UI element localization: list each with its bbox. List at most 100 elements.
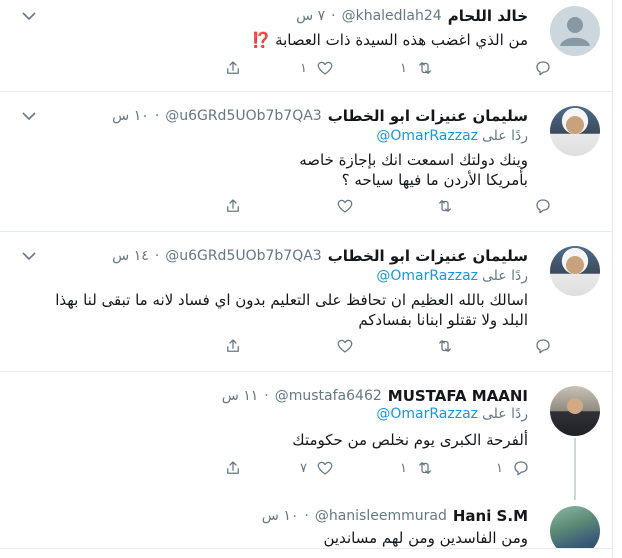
heart-icon bbox=[337, 199, 353, 213]
user-handle[interactable]: @u6GRd5UOb7b7QA3 bbox=[165, 248, 322, 264]
timestamp[interactable]: ١٠ س bbox=[112, 108, 149, 124]
avatar[interactable] bbox=[550, 246, 600, 296]
share-icon bbox=[227, 461, 239, 474]
scroll-edge bbox=[612, 0, 622, 558]
share-button[interactable] bbox=[224, 194, 242, 218]
user-handle[interactable]: @hanisleemmurad bbox=[315, 508, 447, 524]
timeline: خالد اللحام @khaledlah24 · ٧ س من الذي ا… bbox=[0, 0, 622, 558]
tweet-header: سليمان عنيزات ابو الخطاب @u6GRd5UOb7b7QA… bbox=[60, 246, 528, 266]
tweet-4[interactable]: MUSTAFA MAANI @mustafa6462 · ١١ س ردًا ع… bbox=[0, 372, 612, 500]
interrobang-emoji: ⁉️ bbox=[251, 31, 271, 49]
replying-to-label: ردًا على bbox=[482, 128, 528, 144]
separator-dot: · bbox=[154, 248, 160, 264]
avatar[interactable] bbox=[550, 6, 600, 56]
tweet-body: ومن الفاسدين ومن لهم مساندين bbox=[323, 529, 529, 547]
heart-icon bbox=[317, 461, 333, 475]
reply-icon bbox=[536, 199, 550, 214]
retweet-icon bbox=[439, 340, 451, 352]
page-bottom-edge bbox=[0, 548, 612, 558]
timestamp[interactable]: ١٤ س bbox=[112, 248, 149, 264]
user-handle[interactable]: @mustafa6462 bbox=[275, 388, 382, 404]
retweet-count: ١ bbox=[400, 460, 407, 476]
reply-button[interactable] bbox=[518, 56, 552, 80]
display-name[interactable]: سليمان عنيزات ابو الخطاب bbox=[328, 247, 528, 265]
separator-dot: · bbox=[154, 108, 160, 124]
retweet-button[interactable]: ١ bbox=[400, 456, 434, 480]
reply-icon bbox=[536, 61, 550, 76]
retweet-count: ١ bbox=[400, 60, 407, 76]
display-name[interactable]: سليمان عنيزات ابو الخطاب bbox=[328, 107, 528, 125]
action-bar: ١ ١ ٧ bbox=[0, 456, 560, 480]
replying-to: ردًا على @OmarRazzaz bbox=[376, 268, 528, 284]
user-handle[interactable]: @u6GRd5UOb7b7QA3 bbox=[165, 108, 322, 124]
display-name[interactable]: MUSTAFA MAANI bbox=[388, 387, 528, 405]
share-button[interactable] bbox=[224, 56, 242, 80]
tweet-3[interactable]: سليمان عنيزات ابو الخطاب @u6GRd5UOb7b7QA… bbox=[0, 232, 612, 372]
separator-dot: · bbox=[331, 8, 336, 24]
heart-icon bbox=[337, 339, 353, 353]
retweet-icon bbox=[419, 462, 431, 474]
share-icon bbox=[227, 199, 239, 212]
like-button[interactable]: ١ bbox=[300, 56, 334, 80]
retweet-button[interactable] bbox=[420, 334, 454, 358]
chevron-down-icon[interactable] bbox=[22, 106, 36, 126]
mention-link[interactable]: @OmarRazzaz bbox=[376, 128, 478, 144]
timestamp[interactable]: ١٠ س bbox=[262, 508, 299, 524]
like-button[interactable] bbox=[320, 334, 354, 358]
tweet-header: MUSTAFA MAANI @mustafa6462 · ١١ س bbox=[60, 386, 528, 406]
heart-icon bbox=[317, 61, 333, 75]
tweet-body: وينك دولتك اسمعت انك بإجازة خاصه بأمريكا… bbox=[299, 151, 528, 189]
reply-button[interactable] bbox=[518, 334, 552, 358]
reply-button[interactable]: ١ bbox=[496, 456, 530, 480]
like-count: ٧ bbox=[300, 460, 307, 476]
tweet-text: وينك دولتك اسمعت انك بإجازة خاصه بأمريكا… bbox=[280, 150, 528, 190]
replying-to: ردًا على @OmarRazzaz bbox=[376, 406, 528, 422]
like-count: ١ bbox=[300, 60, 307, 76]
share-icon bbox=[227, 61, 239, 74]
avatar[interactable] bbox=[550, 386, 600, 436]
replying-to: ردًا على @OmarRazzaz bbox=[376, 128, 528, 144]
timestamp[interactable]: ٧ س bbox=[296, 8, 325, 24]
tweet-text: اسالك بالله العظيم ان تحافظ على التعليم … bbox=[30, 290, 528, 330]
separator-dot: · bbox=[304, 508, 309, 524]
replying-to-label: ردًا على bbox=[482, 406, 528, 422]
action-bar: ١ ١ bbox=[0, 56, 560, 80]
avatar[interactable] bbox=[550, 106, 600, 156]
display-name[interactable]: Hani S.M bbox=[453, 507, 528, 525]
action-bar bbox=[0, 334, 560, 358]
retweet-icon bbox=[439, 200, 451, 212]
timestamp[interactable]: ١١ س bbox=[222, 388, 259, 404]
reply-icon bbox=[536, 339, 550, 354]
like-button[interactable] bbox=[320, 194, 354, 218]
tweet-body: ألفرحة الكبرى يوم نخلص من حكومتك bbox=[292, 431, 528, 449]
share-button[interactable] bbox=[224, 456, 242, 480]
tweet-text: ألفرحة الكبرى يوم نخلص من حكومتك bbox=[30, 430, 528, 450]
separator-dot: · bbox=[264, 388, 269, 404]
reply-icon bbox=[514, 461, 528, 476]
tweet-body: من الذي اغضب هذه السيدة ذات العصابة bbox=[275, 31, 528, 49]
chevron-down-icon[interactable] bbox=[22, 246, 36, 266]
tweet-header: سليمان عنيزات ابو الخطاب @u6GRd5UOb7b7QA… bbox=[60, 106, 528, 126]
tweet-2[interactable]: سليمان عنيزات ابو الخطاب @u6GRd5UOb7b7QA… bbox=[0, 92, 612, 232]
action-bar bbox=[0, 194, 560, 218]
user-handle[interactable]: @khaledlah24 bbox=[342, 8, 442, 24]
thread-connector bbox=[574, 438, 576, 500]
mention-link[interactable]: @OmarRazzaz bbox=[376, 406, 478, 422]
share-icon bbox=[227, 339, 239, 352]
display-name[interactable]: خالد اللحام bbox=[448, 7, 528, 25]
tweet-header: خالد اللحام @khaledlah24 · ٧ س bbox=[60, 6, 528, 26]
retweet-icon bbox=[419, 62, 431, 74]
like-button[interactable]: ٧ bbox=[300, 456, 334, 480]
retweet-button[interactable] bbox=[420, 194, 454, 218]
default-user-icon bbox=[560, 17, 590, 46]
tweet-text: ومن الفاسدين ومن لهم مساندين bbox=[30, 528, 529, 548]
mention-link[interactable]: @OmarRazzaz bbox=[376, 268, 478, 284]
tweet-text: من الذي اغضب هذه السيدة ذات العصابة ⁉️ bbox=[30, 30, 528, 50]
tweet-body: اسالك بالله العظيم ان تحافظ على التعليم … bbox=[55, 291, 528, 329]
chevron-down-icon[interactable] bbox=[22, 6, 36, 26]
tweet-1[interactable]: خالد اللحام @khaledlah24 · ٧ س من الذي ا… bbox=[0, 0, 612, 92]
reply-button[interactable] bbox=[518, 194, 552, 218]
retweet-button[interactable]: ١ bbox=[400, 56, 434, 80]
replying-to-label: ردًا على bbox=[482, 268, 528, 284]
share-button[interactable] bbox=[224, 334, 242, 358]
